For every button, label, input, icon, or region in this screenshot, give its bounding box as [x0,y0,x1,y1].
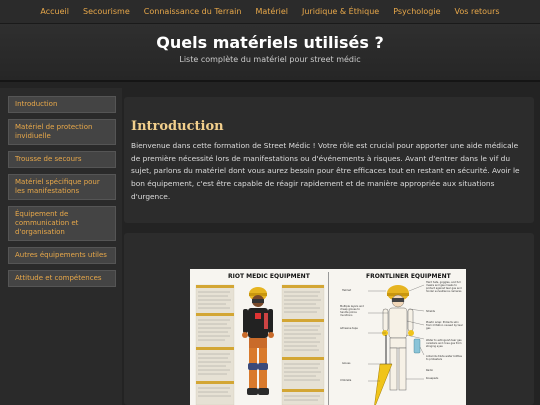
label-plastic: Plastic wrap: Protects skin from irritat… [426,321,463,330]
label-antacids: Antacids dilute water bottles to protest… [426,355,462,361]
equipment-image-card: RIOT MEDIC EQUIPMENT FRONTLINER EQUIPMEN… [124,233,534,405]
equipment-infographic: RIOT MEDIC EQUIPMENT FRONTLINER EQUIPMEN… [190,269,466,405]
intro-heading: Introduction [131,119,224,134]
poster-illustration [195,284,425,405]
page-subtitle: Liste complète du matériel pour street m… [179,55,361,64]
sidebar-item-introduction[interactable]: Introduction [8,96,116,113]
label-helmet: Helmet [342,289,352,292]
nav-juridique-ethique[interactable]: Juridique & Éthique [302,7,379,16]
nav-vos-retours[interactable]: Vos retours [455,7,500,16]
riot-medic-figure [242,287,274,395]
label-shields: Shields [426,310,435,313]
sidebar-item-attitude[interactable]: Attitude et compétences [8,270,116,287]
sidebar-item-manifestations[interactable]: Matériel spécifique pour les manifestati… [8,174,116,200]
label-water: Water to extinguish tear gas canisters a… [426,339,462,348]
nav-secourisme[interactable]: Secourisme [83,7,130,16]
nav-psychologie[interactable]: Psychologie [393,7,440,16]
label-radio: Radio [426,369,434,372]
intro-body: Bienvenue dans cette formation de Street… [131,141,520,201]
sidebar-item-trousse[interactable]: Trousse de secours [8,151,116,168]
main-content: Introduction Bienvenue dans cette format… [124,97,534,223]
label-kneepads: Kneepads [426,377,439,380]
page-header: Quels matériels utilisés ? Liste complèt… [0,24,540,82]
page-title: Quels matériels utilisés ? [156,33,384,52]
label-gloves: Gloves [342,362,351,365]
label-adhesive: Adhesive tape [340,327,358,330]
sidebar-item-protection[interactable]: Matériel de protection invidiuelle [8,119,116,145]
label-tshirt: Multiple layers and cheap gloves to hand… [340,305,364,317]
nav-connaissance-terrain[interactable]: Connaissance du Terrain [144,7,242,16]
label-hardhats: Hard hats, goggles, and full masks and g… [426,281,462,293]
intro-card: Introduction Bienvenue dans cette format… [124,97,534,223]
sidebar-item-communication[interactable]: Équipement de communication et d'organis… [8,206,116,241]
sidebar-item-autres[interactable]: Autres équipements utiles [8,247,116,264]
label-umbrella: Umbrella [340,379,352,382]
top-navigation: Accueil Secourisme Connaissance du Terra… [0,0,540,24]
nav-materiel[interactable]: Matériel [255,7,288,16]
frontliner-figure [374,285,421,405]
nav-accueil[interactable]: Accueil [40,7,69,16]
sidebar: Introduction Matériel de protection invi… [0,88,122,405]
